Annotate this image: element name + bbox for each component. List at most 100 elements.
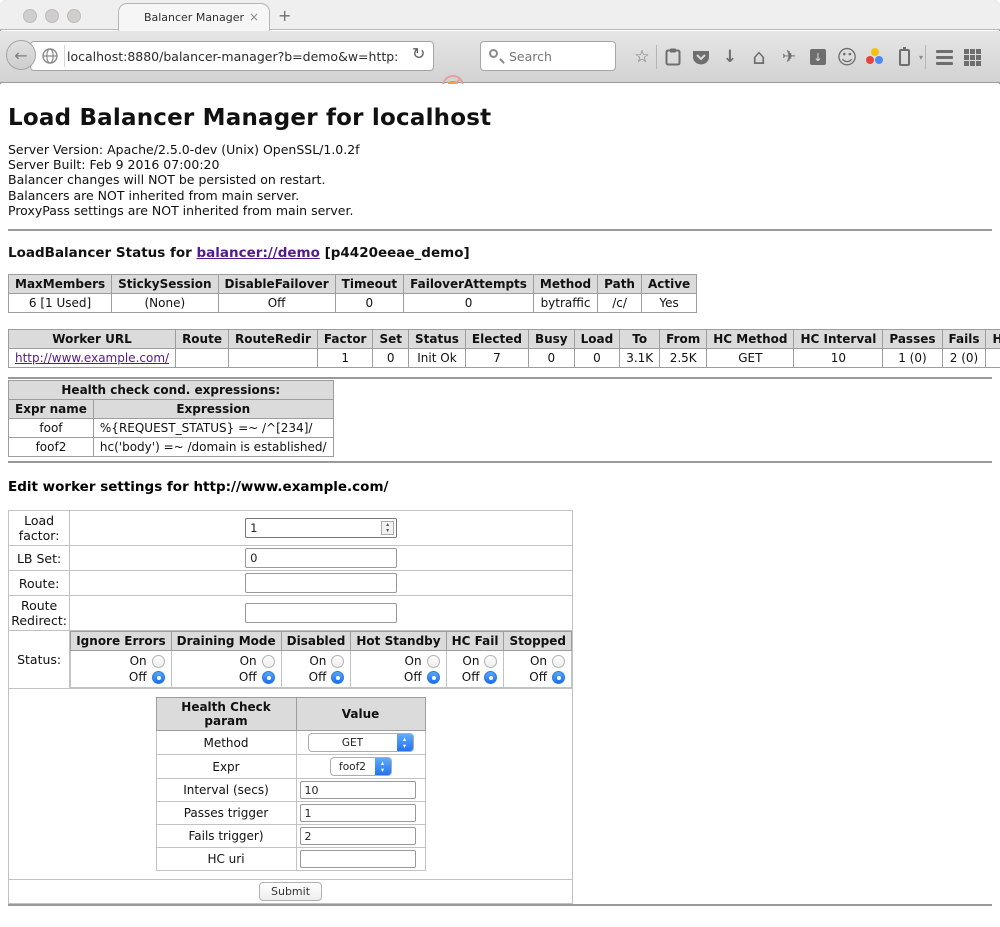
hc-uri-input[interactable] [300,850,416,868]
health-check-param-table: Health Check param Value Method GET▴▾ Ex… [156,697,426,871]
col-value: Value [296,698,425,731]
page-title: Load Balancer Manager for localhost [8,105,992,131]
col-disablefailover: DisableFailover [218,275,335,294]
off-label: Off [462,670,480,684]
radio-draining-mode-off[interactable] [262,671,275,684]
edit-worker-heading: Edit worker settings for http://www.exam… [8,479,992,495]
hc-table-title: Health check cond. expressions: [9,381,334,400]
bottom-divider [8,904,992,906]
col-hc-param: Health Check param [156,698,296,731]
on-label: On [130,654,147,668]
status-heading-suffix: [p4420eeae_demo] [320,245,470,261]
col-worker-url: Worker URL [9,330,176,349]
window-controls [23,9,81,23]
method-select[interactable]: GET▴▾ [308,733,414,752]
route-redirect-input[interactable] [245,603,397,623]
radio-ignore-errors-on[interactable] [152,655,165,668]
server-built: Server Built: Feb 9 2016 07:00:20 [8,157,992,172]
urlbar-divider [64,45,65,67]
fails-input[interactable] [300,827,416,845]
save-arrow-glyph: ↓ [810,49,826,65]
passes-label: Passes trigger [156,802,296,825]
zoom-window-button[interactable] [67,9,81,23]
worker-url-link[interactable]: http://www.example.com/ [15,351,169,365]
search-input[interactable] [509,49,605,64]
on-label: On [405,654,422,668]
table-header-row: MaxMembers StickySession DisableFailover… [9,275,697,294]
menu-icon[interactable] [933,46,955,68]
col-timeout: Timeout [335,275,403,294]
radio-hc-fail-off[interactable] [484,671,497,684]
off-label: Off [129,670,147,684]
load-factor-input[interactable] [245,518,397,538]
radio-ignore-errors-off[interactable] [152,671,165,684]
method-label: Method [156,731,296,755]
server-info: Server Version: Apache/2.5.0-dev (Unix) … [8,142,992,218]
off-label: Off [309,670,327,684]
radio-hot-standby-off[interactable] [427,671,440,684]
new-tab-button[interactable]: + [278,6,291,25]
reload-icon[interactable]: ↻ [412,44,425,63]
save-to-device-icon[interactable]: ↓ [807,46,829,68]
number-stepper[interactable]: ▴▾ [381,521,394,535]
overflow-caret-icon[interactable]: ▾ [910,46,932,68]
chat-smiley-icon[interactable]: ☺ [836,46,858,68]
tab-balancer-manager[interactable]: Balancer Manager × [118,3,270,31]
col-method: Method [533,275,597,294]
balancer-demo-link[interactable]: balancer://demo [197,245,320,261]
passes-input[interactable] [300,804,416,822]
clipboard-icon[interactable] [662,46,684,68]
expr-select[interactable]: foof2▴▾ [330,757,392,776]
search-icon [489,49,498,58]
route-input[interactable] [245,573,397,593]
radio-stopped-on[interactable] [552,655,565,668]
radio-hc-fail-on[interactable] [484,655,497,668]
radio-disabled-off[interactable] [331,671,344,684]
col-stickysession: StickySession [112,275,218,294]
notice-proxypass: ProxyPass settings are NOT inherited fro… [8,203,992,218]
server-version: Server Version: Apache/2.5.0-dev (Unix) … [8,142,992,157]
site-identity-globe-icon[interactable] [42,48,58,64]
interval-label: Interval (secs) [156,779,296,802]
lb-set-label: LB Set: [9,546,70,571]
on-label: On [309,654,326,668]
send-icon[interactable]: ✈ [778,46,800,68]
worker-row: http://www.example.com/ 1 0 Init Ok 7 0 … [9,349,1000,368]
minimize-window-button[interactable] [45,9,59,23]
on-label: On [462,654,479,668]
home-icon[interactable]: ⌂ [748,46,770,68]
lb-set-input[interactable] [245,548,397,568]
col-ignore-errors: Ignore Errors [71,632,171,651]
pocket-icon[interactable] [690,46,712,68]
submit-button[interactable]: Submit [259,882,322,901]
route-row: Route: [9,571,573,596]
off-label: Off [239,670,257,684]
back-button[interactable]: ← [6,40,36,70]
table-row: 6 [1 Used] (None) Off 0 0 bytraffic /c/ … [9,294,697,313]
off-label: Off [404,670,422,684]
divider [8,377,992,379]
expr-select-value: foof2 [331,761,375,773]
radio-disabled-on[interactable] [331,655,344,668]
colored-dots-icon[interactable] [864,46,886,68]
url-input[interactable] [67,49,397,64]
interval-input[interactable] [300,781,416,799]
col-path: Path [598,275,642,294]
bookmark-star-icon[interactable]: ☆ [631,46,653,68]
grid-glyph [964,49,981,66]
route-redirect-label: Route Redirect: [9,596,70,631]
on-label: On [530,654,547,668]
search-bar[interactable] [480,41,616,71]
radio-draining-mode-on[interactable] [262,655,275,668]
close-window-button[interactable] [23,9,37,23]
download-icon[interactable]: ↓ [719,46,741,68]
hc-uri-label: HC uri [156,848,296,871]
radio-hot-standby-on[interactable] [427,655,440,668]
tab-close-icon[interactable]: × [249,10,259,24]
tiles-icon[interactable] [961,46,983,68]
navigation-toolbar: ← ↻ ☆ ↓ ⌂ ✈ ↓ ☺ [0,31,1000,83]
col-failoverattempts: FailoverAttempts [404,275,534,294]
radio-stopped-off[interactable] [552,671,565,684]
route-label: Route: [9,571,70,596]
url-bar[interactable] [30,41,434,71]
